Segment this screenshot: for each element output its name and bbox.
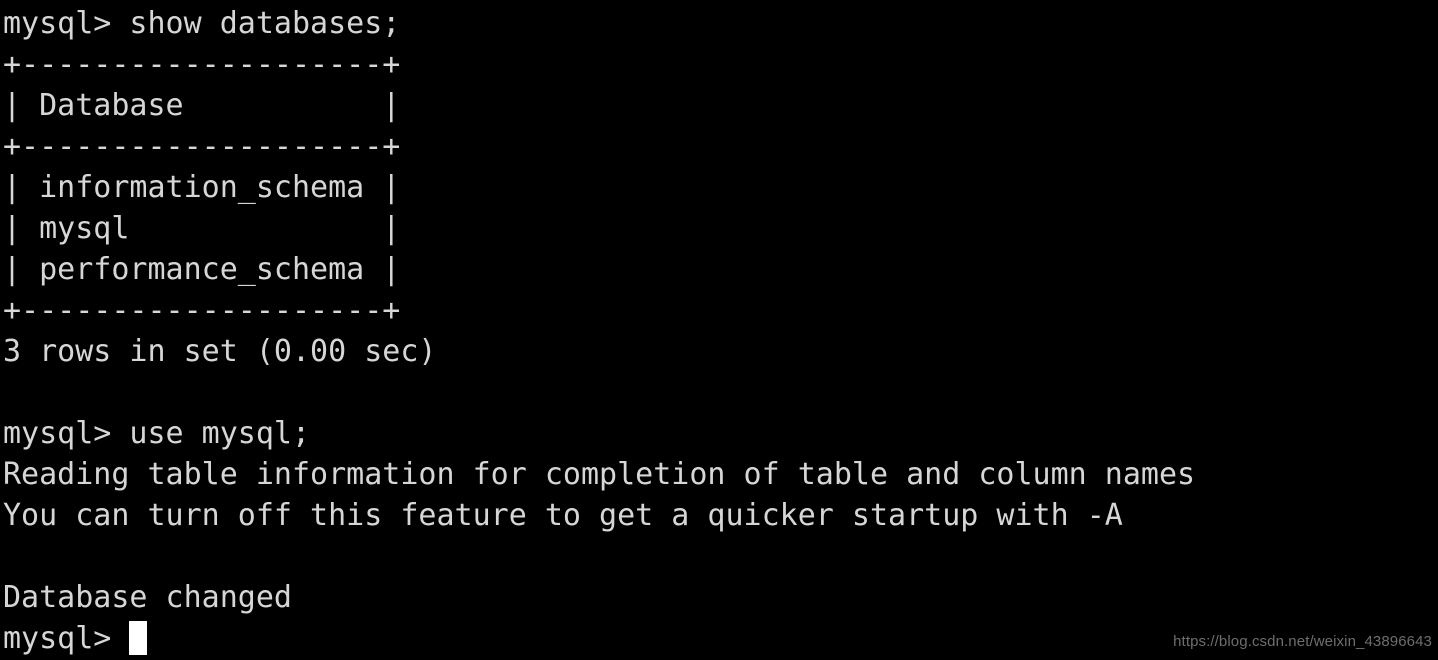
terminal-line-notice-turn-off: You can turn off this feature to get a q… [3, 498, 1123, 533]
terminal-line-row-mysql: | mysql | [3, 211, 401, 246]
terminal-line-blank-2 [3, 536, 1438, 577]
terminal-line-table-header-rule: +--------------------+ [3, 129, 401, 164]
text-cursor [129, 621, 148, 655]
terminal-line-blank-1 [3, 372, 1438, 413]
prompt-text: mysql> [3, 621, 130, 656]
watermark-url: https://blog.csdn.net/weixin_43896643 [1173, 633, 1432, 650]
terminal-window[interactable]: mysql> show databases; +----------------… [0, 0, 1438, 660]
terminal-line-command-use-mysql: mysql> use mysql; [3, 416, 311, 451]
terminal-line-command-show-databases: mysql> show databases; [3, 6, 401, 41]
terminal-line-row-performance-schema: | performance_schema | [3, 252, 401, 287]
terminal-line-table-bottom-border: +--------------------+ [3, 293, 401, 328]
terminal-line-row-information-schema: | information_schema | [3, 170, 401, 205]
terminal-line-result-summary: 3 rows in set (0.00 sec) [3, 334, 437, 369]
terminal-line-table-top-border: +--------------------+ [3, 47, 401, 82]
terminal-line-notice-reading-table: Reading table information for completion… [3, 457, 1196, 492]
terminal-line-table-header-row: | Database | [3, 88, 401, 123]
terminal-line-status-database-changed: Database changed [3, 580, 292, 615]
